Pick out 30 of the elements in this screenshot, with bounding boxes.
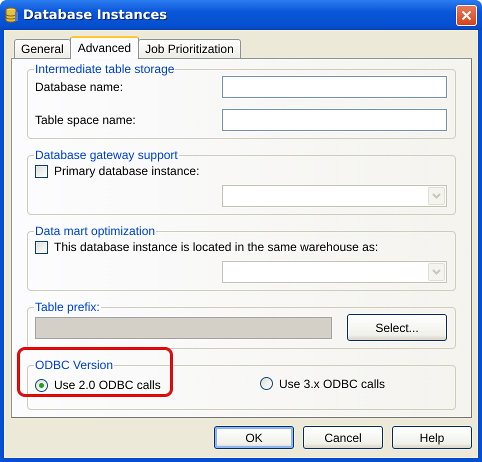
radio-label: Use 2.0 ODBC calls xyxy=(54,378,161,392)
dialog-button[interactable]: Help xyxy=(392,426,472,449)
window-title: Database Instances xyxy=(23,8,168,22)
close-button[interactable] xyxy=(456,4,477,26)
chevron-down-icon xyxy=(432,193,441,199)
select-button[interactable]: Select... xyxy=(347,314,447,341)
database-icon xyxy=(5,7,19,23)
group-title: Database gateway support xyxy=(34,148,179,162)
field-label: Table space name: xyxy=(35,113,137,127)
tab[interactable]: Advanced xyxy=(70,36,140,59)
radio-button[interactable] xyxy=(260,377,273,390)
group-title: Table prefix: xyxy=(34,300,101,314)
radio-label: Use 3.x ODBC calls xyxy=(279,376,386,390)
checkbox[interactable] xyxy=(35,240,48,254)
dialog-button[interactable]: OK xyxy=(214,426,294,449)
close-icon xyxy=(461,10,472,20)
group-title: ODBC Version xyxy=(34,358,114,372)
checkbox-label: This database instance is located in the same warehouse as: xyxy=(54,240,378,254)
tab[interactable]: Job Prioritization xyxy=(138,39,241,58)
group-title: Data mart optimization xyxy=(34,224,156,238)
field-label: Database name: xyxy=(35,80,124,94)
tab[interactable]: General xyxy=(14,39,71,58)
checkbox-label: Primary database instance: xyxy=(54,164,200,178)
group-title: Intermediate table storage xyxy=(34,62,176,76)
chevron-down-icon xyxy=(432,269,441,275)
input-field[interactable] xyxy=(222,109,447,131)
input-field[interactable] xyxy=(222,76,447,98)
checkbox[interactable] xyxy=(35,164,48,178)
dialog-button[interactable]: Cancel xyxy=(303,426,383,449)
radio-button[interactable] xyxy=(35,378,48,392)
